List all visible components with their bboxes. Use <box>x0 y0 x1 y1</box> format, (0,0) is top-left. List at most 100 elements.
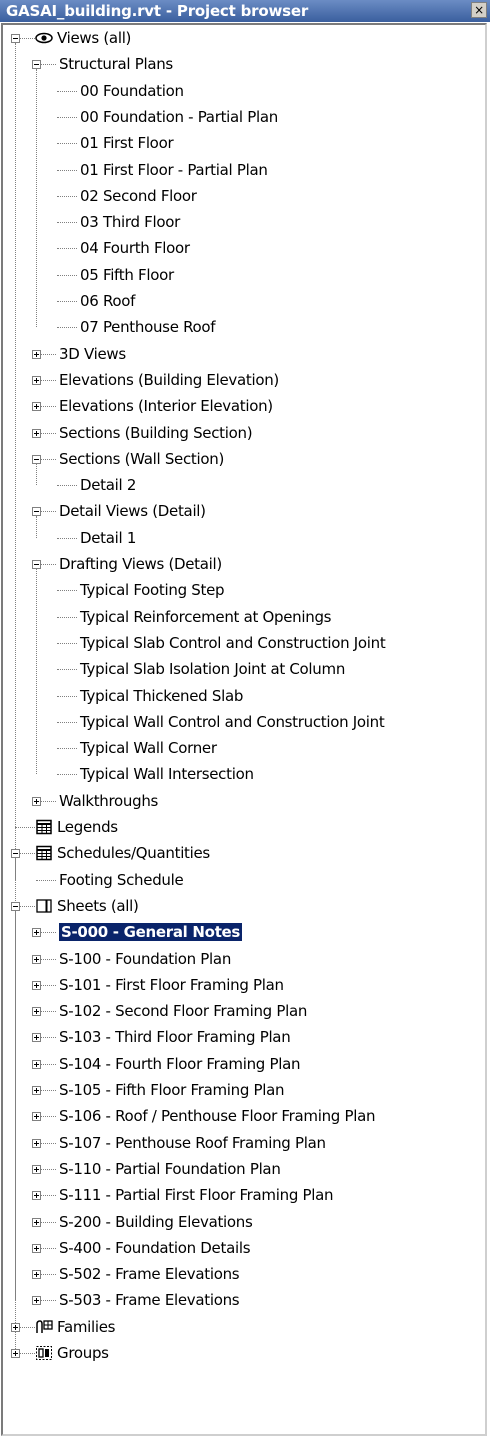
tree-item-detail-views[interactable]: Detail Views (Detail) <box>59 502 206 520</box>
tree-item-view[interactable]: 04 Fourth Floor <box>80 239 190 257</box>
tree-item-view[interactable]: 02 Second Floor <box>80 187 197 205</box>
collapse-icon[interactable] <box>32 60 41 70</box>
tree-item-view[interactable]: Typical Slab Isolation Joint at Column <box>80 660 345 678</box>
tree-item-view[interactable]: Typical Reinforcement at Openings <box>80 608 332 626</box>
tree-item-elevations-building[interactable]: Elevations (Building Elevation) <box>59 371 279 389</box>
tree-item-elevations-interior[interactable]: Elevations (Interior Elevation) <box>59 397 273 415</box>
expand-icon[interactable] <box>32 1086 41 1095</box>
expand-icon[interactable] <box>32 1217 41 1227</box>
expand-icon[interactable] <box>32 1033 41 1043</box>
tree-item-view[interactable]: Typical Wall Corner <box>80 739 217 757</box>
tree-item-structural-plans[interactable]: Structural Plans <box>59 55 173 73</box>
tree-item-families[interactable]: Families <box>57 1318 116 1336</box>
tree-item-view[interactable]: Detail 1 <box>80 529 136 547</box>
tree-connector <box>57 590 77 592</box>
tree-item-schedule[interactable]: Footing Schedule <box>59 871 184 889</box>
tree-item-sheet[interactable]: S-200 - Building Elevations <box>59 1213 253 1231</box>
tree-item-sections-wall[interactable]: Sections (Wall Section) <box>59 450 224 468</box>
tree-item-sheet[interactable]: S-103 - Third Floor Framing Plan <box>59 1028 291 1046</box>
tree-item-view[interactable]: 01 First Floor <box>80 134 174 152</box>
tree-item-view[interactable]: Typical Footing Step <box>80 581 225 599</box>
tree-connector <box>57 748 77 750</box>
expand-icon[interactable] <box>32 402 41 412</box>
expand-icon[interactable] <box>32 349 41 359</box>
tree-item-sheets-all[interactable]: Sheets (all) <box>57 897 139 915</box>
expand-icon[interactable] <box>32 375 41 385</box>
expand-icon[interactable] <box>32 1296 41 1306</box>
tree-item-sheet[interactable]: S-100 - Foundation Plan <box>59 950 231 968</box>
expand-icon[interactable] <box>32 1138 41 1148</box>
eye-icon <box>35 30 53 46</box>
expand-icon[interactable] <box>32 1270 41 1280</box>
tree-item-view[interactable]: Typical Wall Control and Construction Jo… <box>80 713 385 731</box>
collapse-icon[interactable] <box>11 34 20 43</box>
tree-item-view[interactable]: 00 Foundation - Partial Plan <box>80 108 278 126</box>
tree-item-view[interactable]: Typical Wall Intersection <box>80 765 254 783</box>
close-button[interactable]: × <box>471 2 487 18</box>
tree-connector <box>57 301 77 302</box>
tree-connector <box>57 274 77 276</box>
window-title: GASAI_building.rvt - Project browser <box>6 2 309 20</box>
tree-item-views-all[interactable]: Views (all) <box>57 29 131 47</box>
expand-icon[interactable] <box>32 428 41 438</box>
expand-icon[interactable] <box>11 1349 20 1358</box>
tree-item-walkthroughs[interactable]: Walkthroughs <box>59 792 158 810</box>
tree-item-sheet[interactable]: S-107 - Penthouse Roof Framing Plan <box>59 1134 326 1152</box>
tree-item-view[interactable]: 07 Penthouse Roof <box>80 318 216 336</box>
tree-item-view[interactable]: 05 Fifth Floor <box>80 266 174 284</box>
tree-connector <box>36 69 37 328</box>
tree-item-sheet[interactable]: S-111 - Partial First Floor Framing Plan <box>59 1186 334 1204</box>
expand-icon[interactable] <box>11 1322 20 1332</box>
tree-item-view[interactable]: 00 Foundation <box>80 82 184 100</box>
tree-item-groups[interactable]: Groups <box>57 1344 109 1362</box>
tree-item-view[interactable]: Typical Slab Control and Construction Jo… <box>80 634 386 652</box>
tree-item-sheet[interactable]: S-101 - First Floor Framing Plan <box>59 976 284 994</box>
expand-icon[interactable] <box>32 980 41 990</box>
tree-item-view[interactable]: Detail 2 <box>80 476 136 494</box>
expand-icon[interactable] <box>32 954 41 964</box>
tree-item-view[interactable]: 01 First Floor - Partial Plan <box>80 161 268 179</box>
tree-connector <box>57 116 77 118</box>
tree-item-sheet[interactable]: S-000 - General Notes <box>59 923 243 942</box>
expand-icon[interactable] <box>32 928 41 938</box>
tree-item-sheet[interactable]: S-105 - Fifth Floor Framing Plan <box>59 1081 285 1099</box>
families-icon <box>35 1319 53 1335</box>
collapse-icon[interactable] <box>32 454 41 464</box>
expand-icon[interactable] <box>32 1059 41 1069</box>
tree-item-view[interactable]: Typical Thickened Slab <box>80 687 243 705</box>
tree-connector <box>57 327 77 329</box>
tree-item-schedules-quantities[interactable]: Schedules/Quantities <box>57 844 210 862</box>
collapse-icon[interactable] <box>32 507 41 517</box>
tree-connector <box>36 569 37 775</box>
tree-item-drafting-views[interactable]: Drafting Views (Detail) <box>59 555 222 573</box>
tree-connector <box>36 463 37 486</box>
tree-item-sheet[interactable]: S-400 - Foundation Details <box>59 1239 251 1257</box>
groups-icon <box>35 1345 53 1361</box>
tree-item-sheet[interactable]: S-104 - Fourth Floor Framing Plan <box>59 1055 300 1073</box>
tree-item-sheet[interactable]: S-503 - Frame Elevations <box>59 1291 240 1309</box>
tree-item-3d-views[interactable]: 3D Views <box>59 345 126 363</box>
tree-item-sections-building[interactable]: Sections (Building Section) <box>59 424 253 442</box>
tree-connector <box>15 38 16 1353</box>
expand-icon[interactable] <box>32 796 41 806</box>
tree-connector <box>57 195 77 197</box>
expand-icon[interactable] <box>32 1007 41 1017</box>
expand-icon[interactable] <box>32 1164 41 1174</box>
collapse-icon[interactable] <box>32 560 41 569</box>
collapse-icon[interactable] <box>11 901 20 911</box>
expand-icon[interactable] <box>32 1112 41 1122</box>
tree-item-sheet[interactable]: S-110 - Partial Foundation Plan <box>59 1160 281 1178</box>
tree-connector <box>57 642 77 644</box>
collapse-icon[interactable] <box>11 849 20 859</box>
expand-icon[interactable] <box>32 1191 41 1201</box>
tree-item-legends[interactable]: Legends <box>57 818 118 836</box>
tree-item-view[interactable]: 03 Third Floor <box>80 213 180 231</box>
tree-connector <box>57 90 77 92</box>
tree-item-sheet[interactable]: S-502 - Frame Elevations <box>59 1265 240 1283</box>
sheet-icon <box>35 898 53 914</box>
expand-icon[interactable] <box>32 1243 41 1253</box>
tree-item-view[interactable]: 06 Roof <box>80 292 135 310</box>
tree-item-sheet[interactable]: S-106 - Roof / Penthouse Floor Framing P… <box>59 1107 375 1125</box>
tree-item-sheet[interactable]: S-102 - Second Floor Framing Plan <box>59 1002 307 1020</box>
project-browser-tree[interactable]: Views (all) Structural Plans 00 Foundation… <box>1 23 487 1436</box>
